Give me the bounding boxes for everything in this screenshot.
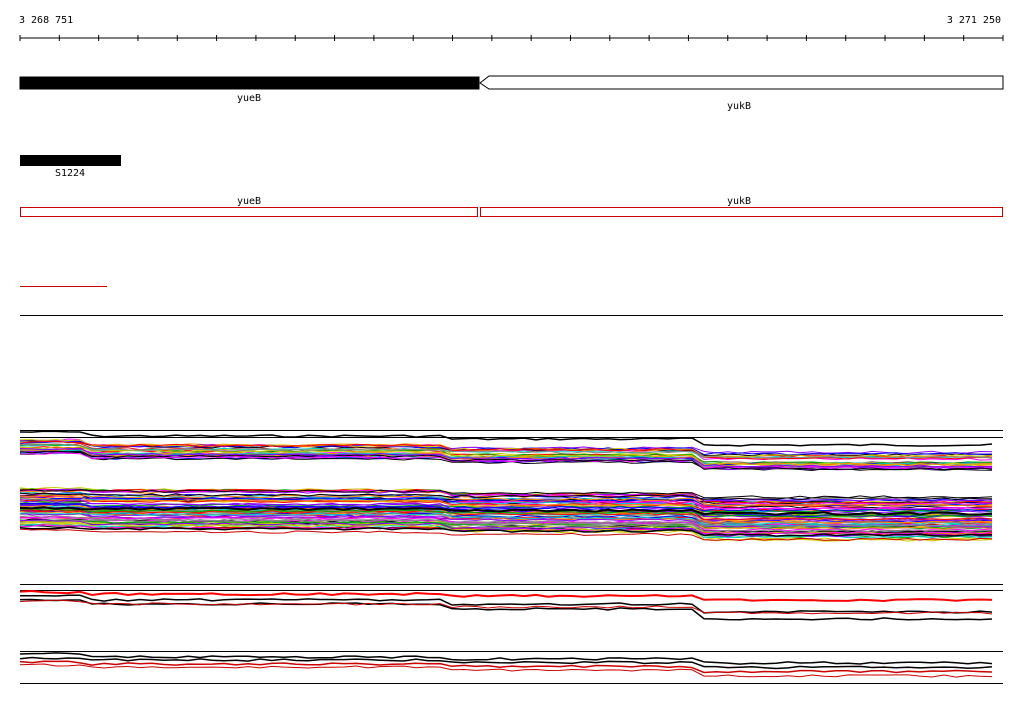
gene-yukB-label: yukB: [727, 101, 751, 112]
feature-track: S1224: [20, 155, 121, 179]
gene-yueB-label: yueB: [237, 93, 261, 104]
transcript-track: yueB yukB: [20, 196, 1003, 217]
expression-profile-tracks: [19, 430, 1003, 684]
ruler-end-label: 3 271 250: [947, 15, 1001, 26]
transcript-yueB-box[interactable]: [20, 207, 478, 217]
gene-yukB[interactable]: yukB: [479, 75, 1004, 112]
transcript-yueB-label: yueB: [237, 196, 261, 207]
profile-line: [19, 430, 993, 447]
coordinate-ruler: 3 268 751 3 271 250: [19, 15, 1004, 41]
profile-line: [19, 598, 993, 621]
ruler-start-label: 3 268 751: [19, 15, 73, 26]
feature-S1224-label: S1224: [55, 168, 85, 179]
genome-browser-view: 3 268 751 3 271 250 yueB yukB S1224 yueB…: [19, 15, 1004, 684]
gene-track: yueB yukB: [19, 75, 1004, 112]
feature-S1224-body[interactable]: [20, 155, 121, 166]
gene-yueB-body[interactable]: [19, 76, 480, 90]
gene-yueB[interactable]: yueB: [19, 76, 480, 104]
transcript-yukB-box[interactable]: [480, 207, 1003, 217]
transcript-yukB-label: yukB: [727, 196, 751, 207]
gene-yukB-body[interactable]: [479, 75, 1004, 90]
